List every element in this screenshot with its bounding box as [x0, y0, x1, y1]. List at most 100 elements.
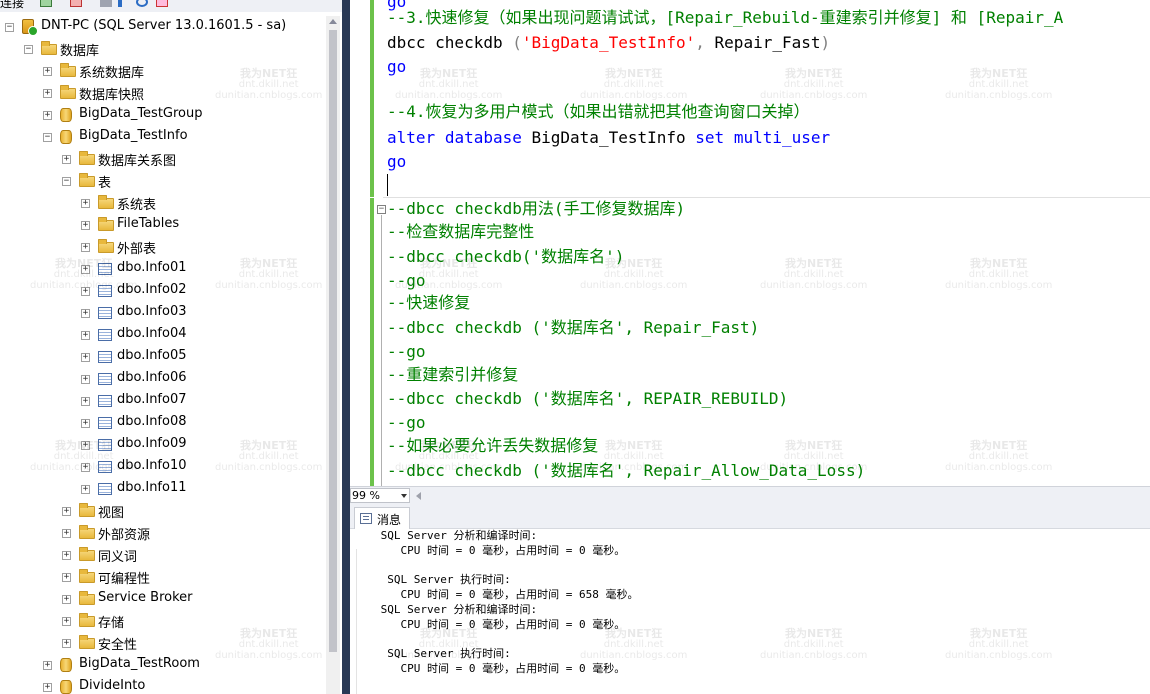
expand-icon[interactable]: + — [43, 67, 52, 76]
expand-icon[interactable]: + — [62, 639, 71, 648]
expand-icon[interactable]: + — [81, 397, 90, 406]
expand-icon[interactable]: + — [81, 199, 90, 208]
tree-node[interactable]: + dbo.Info01 — [0, 258, 328, 280]
tree-node[interactable]: + 同义词 — [0, 544, 328, 566]
tree-node[interactable]: + 数据库快照 — [0, 82, 328, 104]
tree-node[interactable]: + dbo.Info05 — [0, 346, 328, 368]
folder-icon — [79, 635, 95, 649]
results-pane: 消息 SQL Server 分析和编译时间: CPU 时间 = 0 毫秒，占用时… — [350, 504, 1150, 694]
tree-node-label: Service Broker — [98, 590, 193, 605]
tree-node-label: 存储 — [98, 616, 125, 631]
code-token: --go — [387, 342, 426, 361]
expand-icon[interactable]: + — [81, 375, 90, 384]
expand-icon[interactable]: + — [62, 595, 71, 604]
message-line: SQL Server 执行时间: — [374, 573, 511, 586]
expand-icon[interactable]: + — [81, 441, 90, 450]
tree-node[interactable]: + dbo.Info04 — [0, 324, 328, 346]
expand-icon[interactable]: + — [43, 89, 52, 98]
expand-icon[interactable]: + — [81, 419, 90, 428]
tree-node[interactable]: + Service Broker — [0, 588, 328, 610]
tree-node[interactable]: − 表 — [0, 170, 328, 192]
database-icon — [60, 108, 72, 122]
tree-node[interactable]: + DivideInto — [0, 676, 328, 694]
tree-node[interactable]: + dbo.Info06 — [0, 368, 328, 390]
stop-icon[interactable] — [100, 0, 112, 7]
tree-node[interactable]: + 系统表 — [0, 192, 328, 214]
tree-node-label: 数据库快照 — [79, 88, 145, 103]
tree-node[interactable]: − 数据库 — [0, 38, 328, 60]
tree-node[interactable]: + BigData_TestRoom — [0, 654, 328, 676]
expand-icon[interactable]: + — [81, 265, 90, 274]
disconnect-icon[interactable] — [70, 0, 82, 7]
connect-icon[interactable] — [40, 0, 52, 7]
tree-node[interactable]: + FileTables — [0, 214, 328, 236]
tree-node[interactable]: + dbo.Info11 — [0, 478, 328, 500]
tree-node[interactable]: + 外部资源 — [0, 522, 328, 544]
expand-icon[interactable]: + — [43, 111, 52, 120]
tree-node[interactable]: + 视图 — [0, 500, 328, 522]
scroll-left-icon[interactable] — [416, 492, 421, 500]
scrollbar-thumb[interactable] — [329, 30, 337, 652]
code-token: --dbcc checkdb ('数据库名', Repair_Allow_Dat… — [387, 461, 866, 480]
expand-icon[interactable]: + — [62, 573, 71, 582]
expand-icon[interactable]: + — [81, 243, 90, 252]
tree-node-label: dbo.Info01 — [117, 260, 187, 275]
chevron-down-icon[interactable] — [401, 494, 407, 498]
tree-node[interactable]: + dbo.Info10 — [0, 456, 328, 478]
tree-node[interactable]: + dbo.Info02 — [0, 280, 328, 302]
expand-icon[interactable]: + — [62, 529, 71, 538]
expand-icon[interactable]: + — [81, 463, 90, 472]
expand-icon[interactable]: + — [81, 221, 90, 230]
filter-icon[interactable] — [118, 0, 122, 7]
tree-node[interactable]: + 可编程性 — [0, 566, 328, 588]
tree-node[interactable]: + 数据库关系图 — [0, 148, 328, 170]
expand-icon[interactable]: + — [81, 309, 90, 318]
tree-node[interactable]: + dbo.Info07 — [0, 390, 328, 412]
collapse-icon[interactable]: − — [24, 45, 33, 54]
query-editor[interactable]: − go --3.快速修复（如果出现问题请试试，[Repair_Rebuild-重… — [350, 0, 1150, 486]
object-explorer-scrollbar[interactable] — [326, 16, 340, 694]
code-line: --go — [387, 269, 426, 293]
panel-splitter[interactable] — [342, 0, 350, 694]
expand-icon[interactable]: + — [81, 331, 90, 340]
tree-node[interactable]: − BigData_TestInfo — [0, 126, 328, 148]
connect-button[interactable]: 连接 — [0, 0, 24, 11]
expand-icon[interactable]: + — [62, 507, 71, 516]
activity-monitor-icon[interactable] — [156, 0, 168, 7]
expand-icon[interactable]: + — [62, 551, 71, 560]
tree-node-label: dbo.Info09 — [117, 436, 187, 451]
code-token: Repair_Fast — [704, 33, 821, 52]
tree-node[interactable]: − DNT-PC (SQL Server 13.0.1601.5 - sa) — [0, 16, 328, 38]
tree-node[interactable]: + 存储 — [0, 610, 328, 632]
tree-node[interactable]: + 系统数据库 — [0, 60, 328, 82]
expand-icon[interactable]: + — [62, 155, 71, 164]
tree-node[interactable]: + 安全性 — [0, 632, 328, 654]
tree-node[interactable]: + dbo.Info03 — [0, 302, 328, 324]
zoom-select[interactable]: 99 % — [350, 488, 410, 503]
tree-node-label: 同义词 — [98, 550, 138, 565]
messages-output[interactable]: SQL Server 分析和编译时间: CPU 时间 = 0 毫秒，占用时间 =… — [350, 529, 1150, 694]
collapse-icon[interactable]: − — [5, 23, 14, 32]
expand-icon[interactable]: + — [81, 485, 90, 494]
table-icon — [98, 417, 112, 429]
tree-node[interactable]: + 外部表 — [0, 236, 328, 258]
collapse-icon[interactable]: − — [43, 133, 52, 142]
tab-messages[interactable]: 消息 — [354, 507, 410, 529]
code-token: BigData_TestInfo — [521, 128, 696, 147]
scroll-up-icon[interactable] — [329, 19, 337, 24]
tree-node[interactable]: + BigData_TestGroup — [0, 104, 328, 126]
collapse-region-icon[interactable]: − — [377, 205, 386, 214]
code-token: go — [387, 57, 407, 76]
folder-icon — [79, 613, 95, 627]
refresh-icon[interactable] — [136, 0, 148, 7]
tree-node[interactable]: + dbo.Info09 — [0, 434, 328, 456]
tree-node-label: dbo.Info02 — [117, 282, 187, 297]
expand-icon[interactable]: + — [81, 287, 90, 296]
expand-icon[interactable]: + — [62, 617, 71, 626]
tree-node[interactable]: + dbo.Info08 — [0, 412, 328, 434]
expand-icon[interactable]: + — [43, 661, 52, 670]
tree-node-label: 系统表 — [117, 198, 157, 213]
expand-icon[interactable]: + — [43, 683, 52, 692]
collapse-icon[interactable]: − — [62, 177, 71, 186]
expand-icon[interactable]: + — [81, 353, 90, 362]
